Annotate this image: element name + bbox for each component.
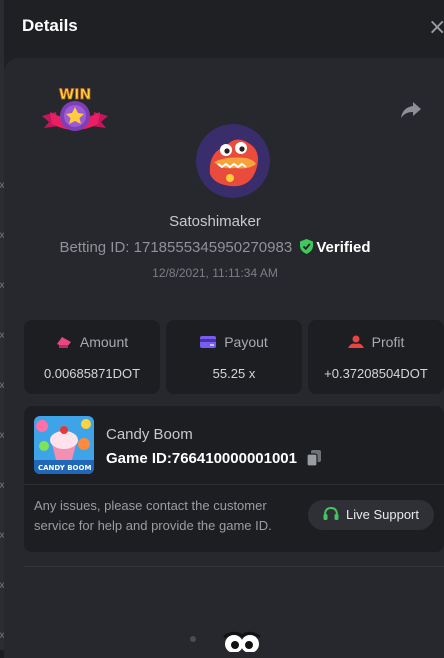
payout-icon [200, 336, 217, 348]
game-id-label: Game ID: [106, 450, 172, 467]
betting-id-value: 1718555345950270983 [133, 239, 293, 256]
verified-label: Verified [316, 239, 371, 256]
win-badge-text: WIN [59, 87, 91, 103]
amount-value: 0.00685871DOT [43, 366, 141, 381]
game-card: CANDY BOOM Candy Boom Game ID:7664100000… [24, 406, 444, 552]
share-icon[interactable] [400, 98, 422, 120]
payout-label: Payout [224, 334, 268, 350]
headset-icon [323, 506, 339, 520]
payout-card: Payout 55.25 x [166, 320, 302, 394]
payout-value: 55.25 x [212, 366, 256, 381]
game-card-divider [24, 484, 444, 485]
live-support-button[interactable]: Live Support [308, 500, 434, 530]
modal-title: Details [22, 16, 78, 35]
bet-details-panel: WIN Satoshimaker Betting ID: 17185553459… [4, 58, 444, 658]
profit-label: Profit [371, 334, 405, 350]
amount-icon [56, 337, 71, 348]
live-support-label: Live Support [346, 507, 419, 522]
mascot-peek-icon [223, 631, 261, 652]
loading-dot [190, 636, 196, 642]
support-help-text: Any issues, please contact the customer … [34, 498, 272, 533]
amount-label: Amount [79, 334, 129, 350]
game-id-row: Game ID:766410000001001 [106, 450, 322, 467]
candy-boom-thumbnail[interactable]: CANDY BOOM [34, 416, 94, 474]
game-name: Candy Boom [106, 426, 193, 443]
profit-card: Profit +0.37208504DOT [308, 320, 444, 394]
profit-icon [347, 335, 364, 348]
verified-shield-icon [300, 239, 314, 254]
profit-value: +0.37208504DOT [324, 366, 428, 381]
bet-timestamp: 12/8/2021, 11:11:34 AM [152, 266, 278, 280]
thumbnail-title: CANDY BOOM [38, 464, 91, 472]
modal-header: Details × [4, 0, 444, 56]
betting-id-label: Betting ID: [59, 239, 130, 256]
close-button[interactable]: × [428, 14, 444, 42]
avatar [196, 124, 270, 198]
amount-card: Amount 0.00685871DOT [24, 320, 160, 394]
win-badge-icon: WIN [42, 87, 108, 131]
game-id-value: 766410000001001 [171, 450, 297, 467]
username: Satoshimaker [169, 213, 261, 230]
section-divider [24, 566, 444, 567]
copy-icon[interactable] [307, 450, 322, 466]
details-modal: Details × WIN Satoshimaker Betting ID: 1… [4, 0, 444, 658]
betting-id-row: Betting ID: 1718555345950270983 Verified [4, 239, 426, 256]
